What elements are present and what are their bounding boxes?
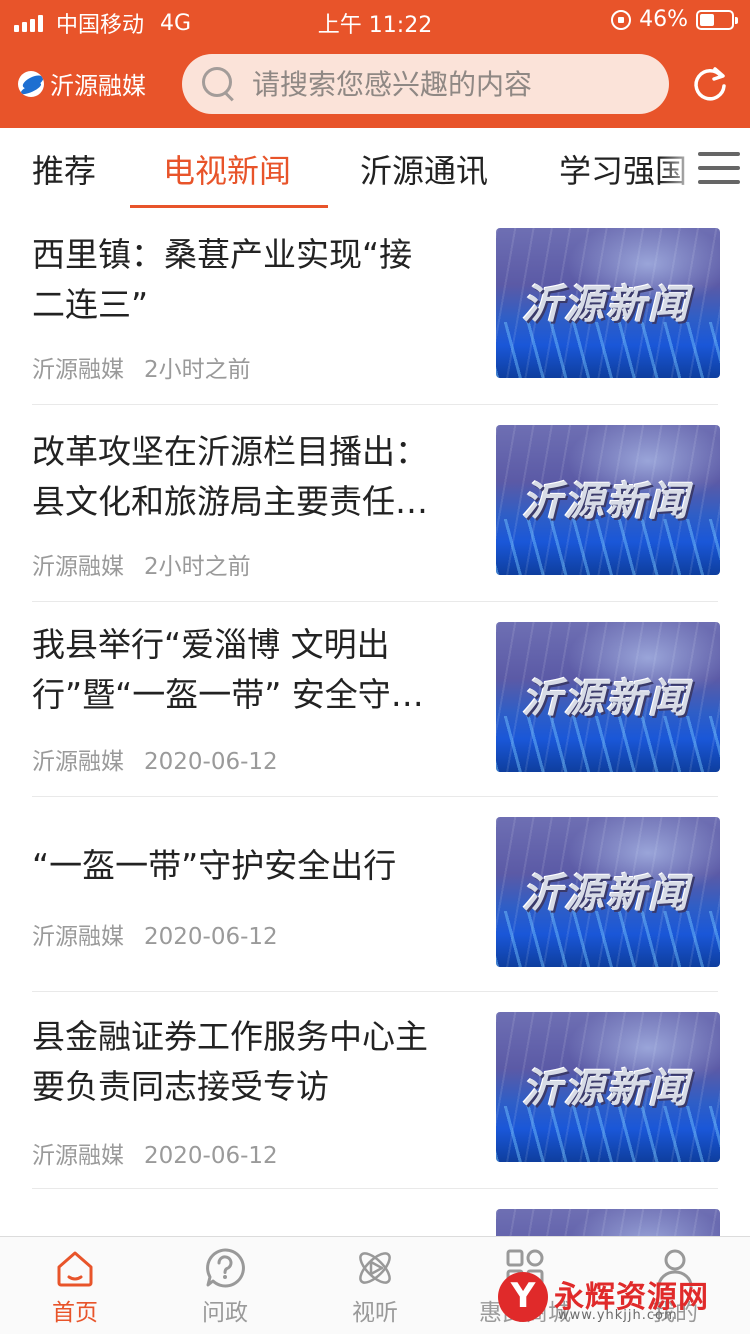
rotation-lock-icon xyxy=(611,9,632,30)
thumbnail-caption: 沂源新闻 xyxy=(522,1066,690,1112)
search-input[interactable] xyxy=(252,67,632,101)
top-bar: 沂源融媒 xyxy=(0,40,750,128)
battery-level xyxy=(700,13,714,26)
nav-label: 问政 xyxy=(202,1300,248,1326)
logo-text: 沂源融媒 xyxy=(50,72,146,100)
item-time: 2020-06-12 xyxy=(144,749,278,775)
thumbnail-caption: 沂源新闻 xyxy=(522,676,690,722)
refresh-icon[interactable] xyxy=(690,64,730,104)
tab-tv-news[interactable]: 电视新闻 xyxy=(163,146,291,192)
nav-label: 首页 xyxy=(52,1300,98,1326)
item-source: 沂源融媒 xyxy=(32,554,124,580)
battery-icon xyxy=(696,9,738,30)
question-icon xyxy=(206,1248,245,1288)
item-meta: 沂源融媒 2020-06-12 xyxy=(32,917,278,951)
item-time: 2小时之前 xyxy=(144,554,251,580)
nav-wenzheng[interactable]: 问政 xyxy=(150,1237,300,1334)
item-thumbnail: 沂源新闻 xyxy=(496,817,720,967)
item-source: 沂源融媒 xyxy=(32,924,124,950)
play-atom-icon xyxy=(359,1252,391,1284)
thumbnail-caption: 沂源新闻 xyxy=(522,282,690,328)
menu-icon[interactable] xyxy=(698,152,740,186)
channel-tabs: 推荐 电视新闻 沂源通讯 学习强国 xyxy=(0,128,750,208)
item-source: 沂源融媒 xyxy=(32,1143,124,1169)
item-title: 我县举行“爱淄博 文明出 行”暨“一盔一带” 安全守… xyxy=(32,625,424,714)
status-bar: 中国移动 4G 上午 11:22 46% xyxy=(0,0,750,40)
item-thumbnail: 沂源新闻 xyxy=(496,1012,720,1162)
status-right: 46% xyxy=(611,7,738,32)
divider xyxy=(32,991,718,992)
thumbnail-caption: 沂源新闻 xyxy=(522,871,690,917)
item-thumbnail: 沂源新闻 xyxy=(496,228,720,378)
item-title: 改革攻坚在沂源栏目播出： 县文化和旅游局主要责任… xyxy=(32,432,428,521)
item-title: “一盔一带”守护安全出行 xyxy=(32,846,397,885)
battery-percent: 46% xyxy=(639,7,688,32)
watermark-url: www.yhkjjh.com xyxy=(558,1308,678,1323)
active-tab-indicator xyxy=(130,205,328,208)
thumbnail-caption: 沂源新闻 xyxy=(522,479,690,525)
nav-home[interactable]: 首页 xyxy=(0,1237,150,1334)
item-meta: 沂源融媒 2020-06-12 xyxy=(32,742,278,776)
item-thumbnail: 沂源新闻 xyxy=(496,622,720,772)
logo-mark-icon xyxy=(18,70,44,97)
item-meta: 沂源融媒 2小时之前 xyxy=(32,350,251,384)
nav-shiting[interactable]: 视听 xyxy=(300,1237,450,1334)
search-bar[interactable] xyxy=(182,54,669,114)
divider xyxy=(32,1188,718,1189)
home-icon xyxy=(57,1251,93,1287)
item-time: 2小时之前 xyxy=(144,357,251,383)
app-header: 中国移动 4G 上午 11:22 46% 沂源融媒 xyxy=(0,0,750,128)
item-title: 县金融证券工作服务中心主 要负责同志接受专访 xyxy=(32,1017,428,1106)
item-thumbnail: 沂源新闻 xyxy=(496,425,720,575)
item-source: 沂源融媒 xyxy=(32,749,124,775)
nav-label: 视听 xyxy=(352,1300,398,1326)
search-icon xyxy=(202,67,236,101)
app-logo[interactable]: 沂源融媒 xyxy=(18,66,146,101)
item-title: 西里镇：桑葚产业实现“接 二连三” xyxy=(32,235,413,324)
item-time: 2020-06-12 xyxy=(144,1143,278,1169)
tab-recommend[interactable]: 推荐 xyxy=(32,146,96,192)
item-meta: 沂源融媒 2020-06-12 xyxy=(32,1136,278,1170)
divider xyxy=(32,404,718,405)
divider xyxy=(32,601,718,602)
item-meta: 沂源融媒 2小时之前 xyxy=(32,547,251,581)
item-source: 沂源融媒 xyxy=(32,357,124,383)
divider xyxy=(32,796,718,797)
item-time: 2020-06-12 xyxy=(144,924,278,950)
tab-yiyuan-news[interactable]: 沂源通讯 xyxy=(360,146,488,192)
watermark: Y 永辉资源网 www.yhkjjh.com xyxy=(498,1272,734,1326)
